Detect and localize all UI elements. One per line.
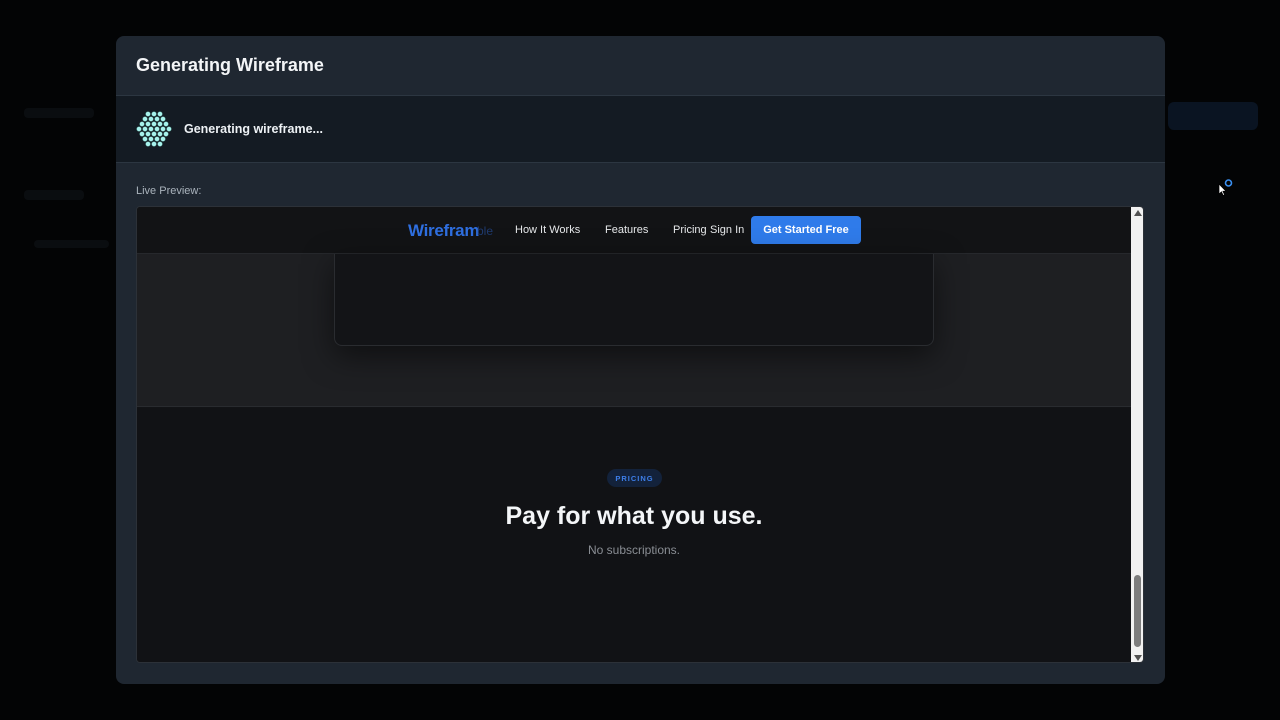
background-text-ghost [34, 240, 109, 248]
background-text-ghost [24, 190, 84, 200]
generating-modal: Generating Wireframe Generating wirefram… [116, 36, 1165, 684]
preview-logo-fading-text: ble [477, 224, 494, 238]
nav-link-pricing[interactable]: Pricing [673, 224, 707, 236]
nav-link-sign-in[interactable]: Sign In [710, 224, 744, 236]
cursor-loading-icon [1218, 179, 1233, 196]
modal-title: Generating Wireframe [136, 55, 324, 75]
live-preview-frame[interactable]: Wirefram ble How It Works Features Prici… [136, 206, 1144, 663]
status-text: Generating wireframe... [184, 122, 323, 136]
nav-link-features[interactable]: Features [605, 224, 648, 236]
hexagon-cluster-icon [136, 111, 172, 147]
pricing-badge: PRICING [607, 469, 662, 487]
modal-header: Generating Wireframe [116, 36, 1165, 96]
preview-hero-section [137, 254, 1131, 407]
scroll-up-arrow-icon[interactable] [1134, 210, 1142, 216]
preview-hero-card [334, 254, 934, 346]
preview-logo[interactable]: Wirefram [408, 221, 479, 241]
preview-pricing-section: PRICING Pay for what you use. No subscri… [137, 408, 1131, 662]
pricing-subheading: No subscriptions. [587, 543, 681, 557]
background-button-ghost [1168, 102, 1258, 130]
nav-link-how-it-works[interactable]: How It Works [515, 224, 580, 236]
background-text-ghost [24, 108, 94, 118]
status-bar: Generating wireframe... [116, 96, 1165, 163]
get-started-button[interactable]: Get Started Free [751, 216, 861, 244]
preview-scrollbar[interactable] [1131, 207, 1143, 662]
preview-navbar: Wirefram ble How It Works Features Prici… [137, 207, 1131, 254]
scroll-down-arrow-icon[interactable] [1134, 655, 1142, 661]
pricing-heading: Pay for what you use. [505, 502, 763, 530]
scrollbar-thumb[interactable] [1134, 575, 1141, 647]
live-preview-label: Live Preview: [136, 185, 202, 197]
